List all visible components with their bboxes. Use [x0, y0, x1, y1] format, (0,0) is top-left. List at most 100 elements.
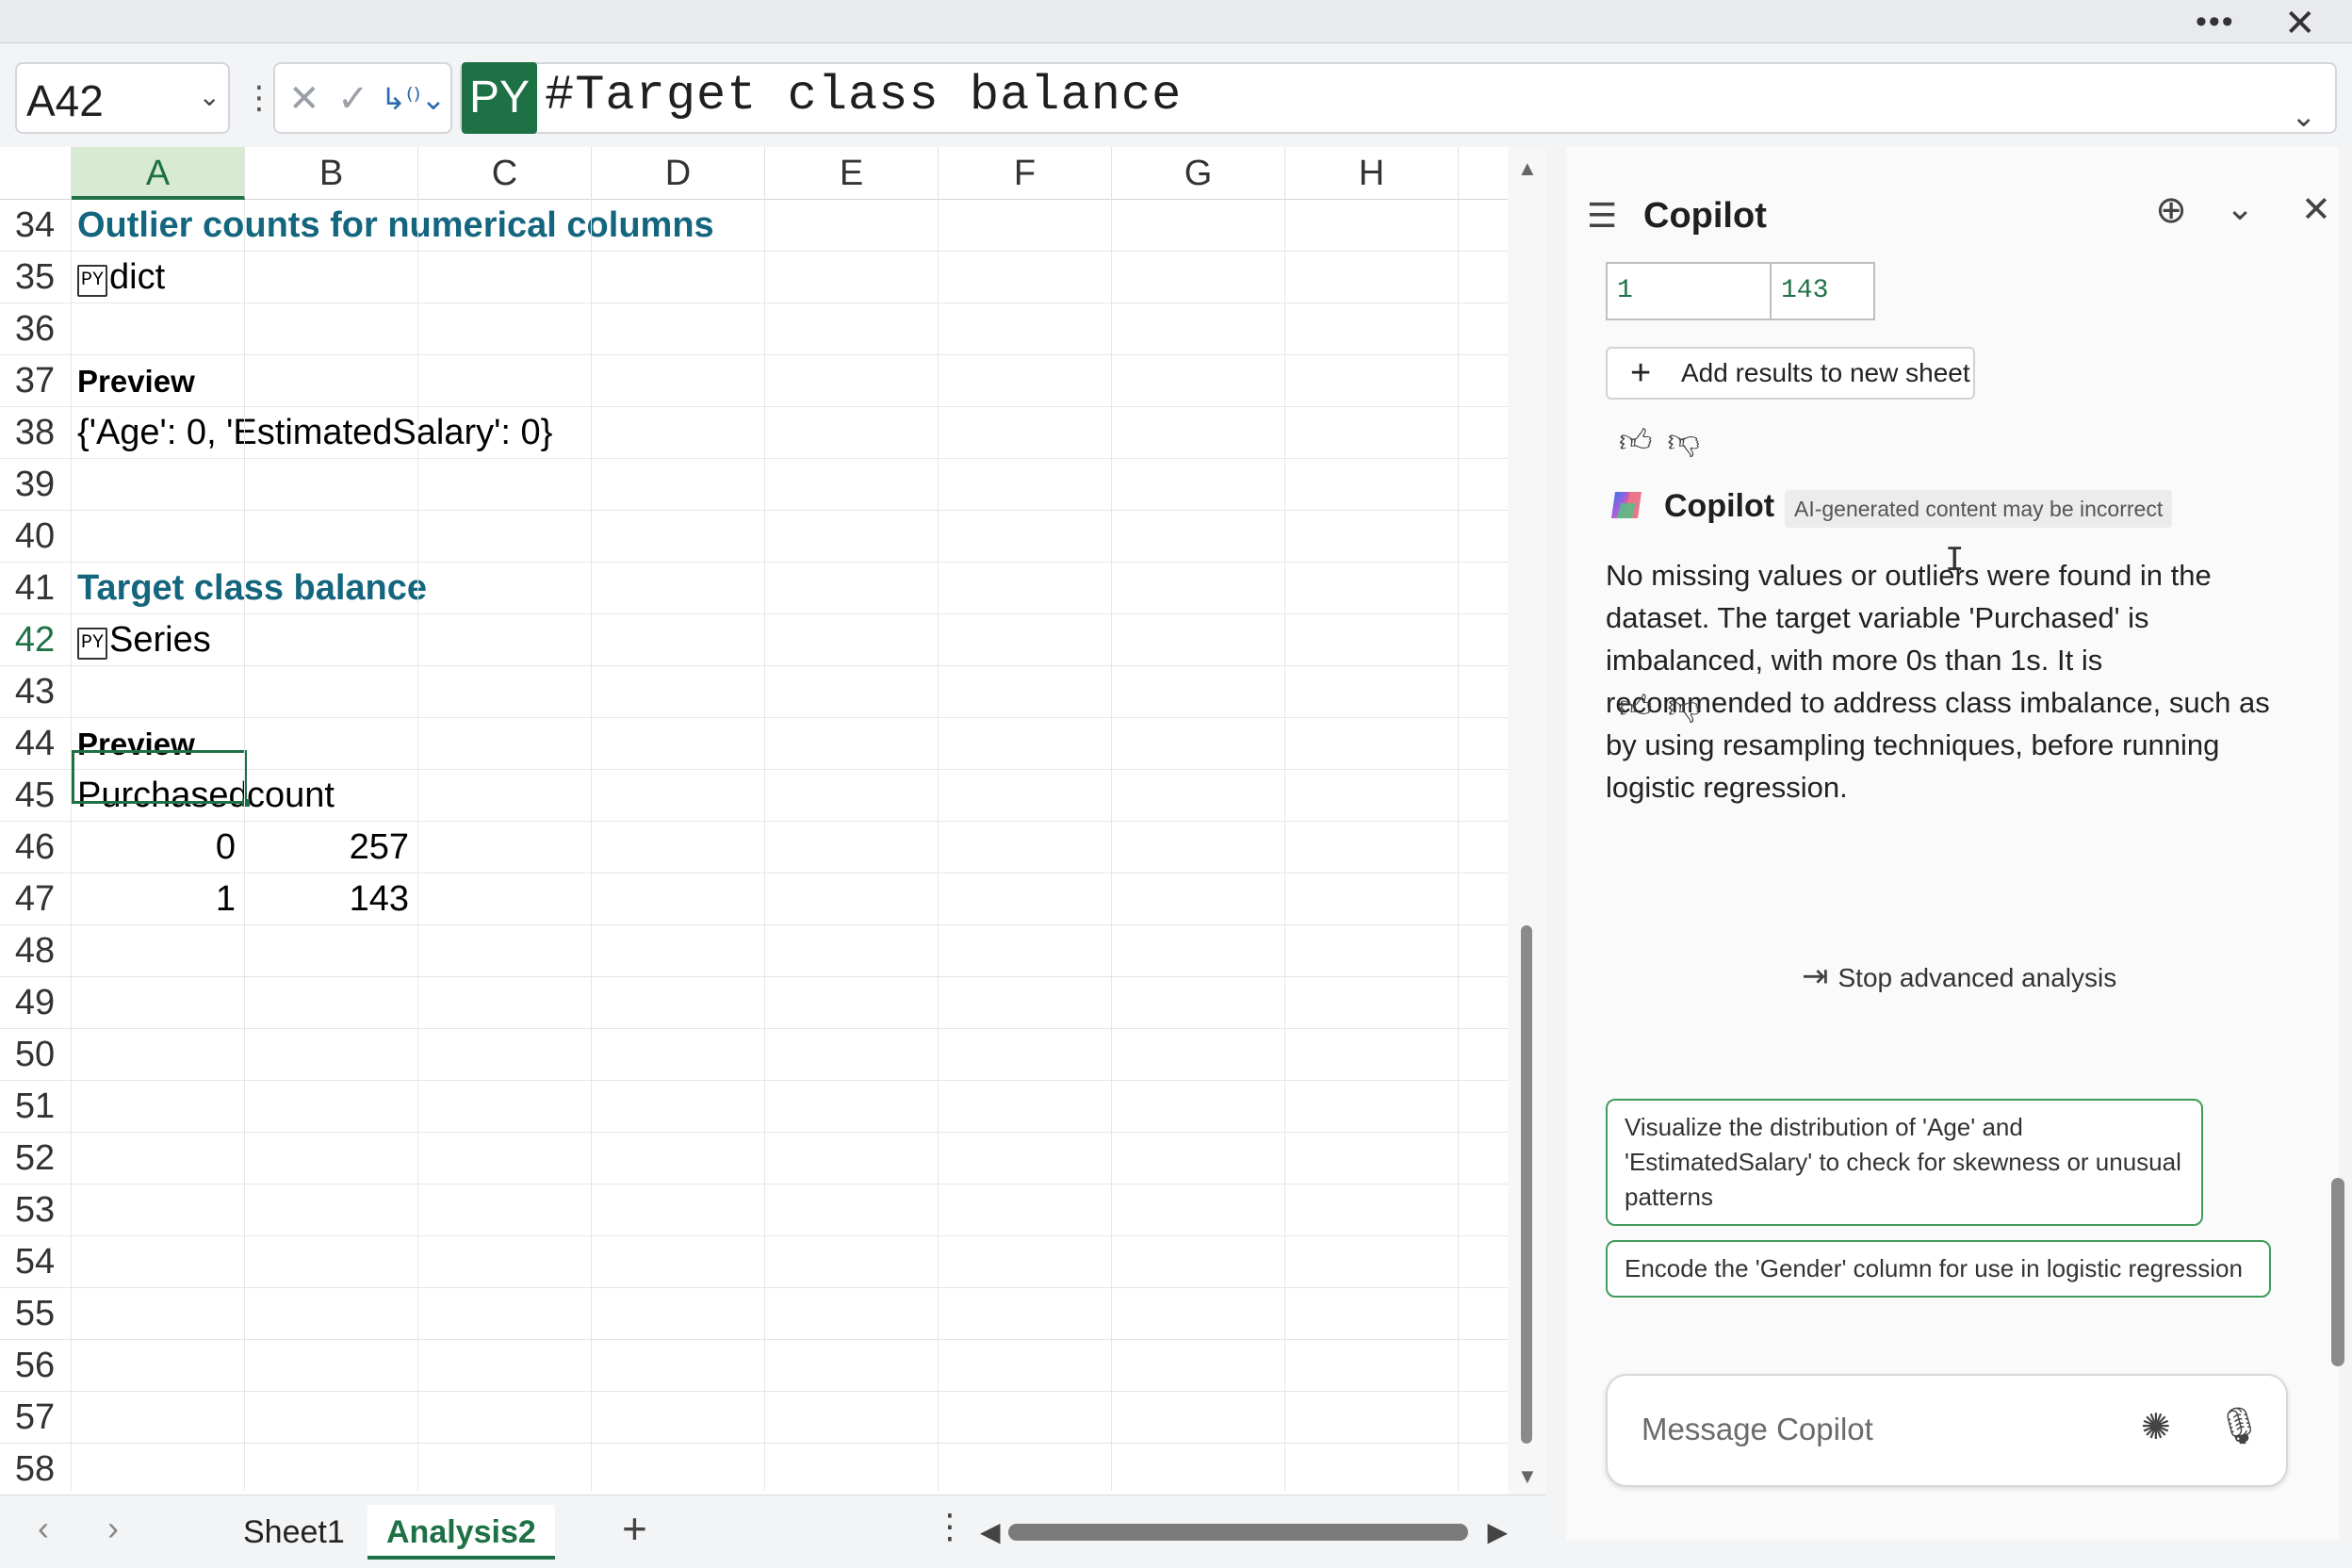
- scroll-down-icon[interactable]: ▼: [1517, 1464, 1538, 1489]
- cell-value: Series: [109, 620, 211, 660]
- row-header[interactable]: 37: [0, 355, 70, 407]
- thumbs-up-icon[interactable]: 👍︎: [1619, 423, 1653, 459]
- scroll-left-icon[interactable]: ◀: [980, 1516, 1001, 1547]
- column-header-f[interactable]: F: [939, 147, 1112, 200]
- cell-a47[interactable]: 1: [72, 874, 236, 925]
- copilot-title: Copilot: [1643, 196, 1767, 236]
- name-box[interactable]: A42 ⌄: [15, 62, 230, 134]
- sheet-tab-sheet1[interactable]: Sheet1: [224, 1505, 364, 1560]
- microphone-icon[interactable]: 🎙︎: [2216, 1406, 2262, 1447]
- prev-sheet-icon[interactable]: ‹: [38, 1509, 49, 1548]
- row-header[interactable]: 36: [0, 303, 70, 355]
- cancel-icon[interactable]: ✕: [288, 77, 320, 121]
- more-options-icon[interactable]: •••: [2196, 4, 2235, 41]
- thumbs-down-icon[interactable]: 👎︎: [1668, 689, 1701, 725]
- column-header-c[interactable]: C: [418, 147, 592, 200]
- row-header[interactable]: 57: [0, 1392, 70, 1444]
- message-input[interactable]: Message Copilot ✺ 🎙︎: [1606, 1374, 2288, 1487]
- cell-b46[interactable]: 257: [245, 822, 409, 874]
- feedback-row: 👍︎ 👎︎: [1619, 688, 1715, 727]
- cell-a34[interactable]: Outlier counts for numerical columns: [77, 200, 714, 252]
- chevron-down-icon[interactable]: ⌄: [199, 81, 220, 112]
- row-header[interactable]: 39: [0, 459, 70, 511]
- column-header-e[interactable]: E: [765, 147, 939, 200]
- row-header[interactable]: 40: [0, 511, 70, 563]
- python-output-icon[interactable]: ↳⁽⁾⌄: [381, 81, 446, 117]
- cell-a42[interactable]: PY Series: [77, 614, 211, 666]
- row-header[interactable]: 52: [0, 1133, 70, 1184]
- formula-actions: ✕ ✓ ↳⁽⁾⌄: [273, 62, 452, 134]
- row-header[interactable]: 48: [0, 925, 70, 977]
- row-header[interactable]: 55: [0, 1288, 70, 1340]
- suggestion-chip[interactable]: Visualize the distribution of 'Age' and …: [1606, 1099, 2203, 1226]
- row-header[interactable]: 49: [0, 977, 70, 1029]
- formula-text: #Target class balance: [545, 68, 1183, 123]
- column-header-d[interactable]: D: [592, 147, 765, 200]
- chevron-down-icon[interactable]: ⌄: [2226, 188, 2254, 228]
- cell-b45[interactable]: count: [247, 770, 335, 822]
- row-header[interactable]: 54: [0, 1236, 70, 1288]
- table-row: 54: [0, 1236, 1508, 1288]
- cell-a35[interactable]: PY dict: [77, 252, 165, 303]
- cell-a38[interactable]: {'Age': 0, 'EstimatedSalary': 0}: [77, 407, 552, 459]
- table-row: 39: [0, 459, 1508, 511]
- row-header[interactable]: 58: [0, 1444, 70, 1495]
- stop-analysis-button[interactable]: ⇥ Stop advanced analysis: [1802, 957, 2116, 995]
- row-header[interactable]: 53: [0, 1184, 70, 1236]
- row-header[interactable]: 41: [0, 563, 70, 614]
- row-header[interactable]: 43: [0, 666, 70, 718]
- scroll-right-icon[interactable]: ▶: [1487, 1516, 1508, 1547]
- menu-icon[interactable]: ☰: [1587, 196, 1617, 236]
- result-table: 1 143: [1606, 262, 1875, 320]
- next-sheet-icon[interactable]: ›: [107, 1509, 119, 1548]
- row-header[interactable]: 44: [0, 718, 70, 770]
- cell-a37[interactable]: Preview: [77, 355, 195, 407]
- formula-bar-options-icon[interactable]: ⋮: [243, 79, 275, 117]
- brain-icon[interactable]: ✺: [2141, 1406, 2171, 1448]
- column-header-h[interactable]: H: [1285, 147, 1459, 200]
- row-header[interactable]: 38: [0, 407, 70, 459]
- thumbs-up-icon[interactable]: 👍︎: [1619, 689, 1653, 725]
- row-header[interactable]: 45: [0, 770, 70, 822]
- row-header[interactable]: 56: [0, 1340, 70, 1392]
- new-chat-icon[interactable]: ⊕: [2143, 188, 2199, 245]
- table-row: 38 {'Age': 0, 'EstimatedSalary': 0}: [0, 407, 1508, 459]
- row-header[interactable]: 46: [0, 822, 70, 874]
- table-row: 48: [0, 925, 1508, 977]
- vertical-scroll-thumb[interactable]: [1521, 925, 1532, 1444]
- add-sheet-icon[interactable]: +: [622, 1503, 647, 1554]
- pane-divider[interactable]: [1545, 147, 1560, 1568]
- horizontal-scrollbar[interactable]: ◀ ▶: [980, 1516, 1508, 1548]
- row-header[interactable]: 47: [0, 874, 70, 925]
- name-box-value: A42: [26, 76, 104, 125]
- row-header[interactable]: 51: [0, 1081, 70, 1133]
- spreadsheet-grid[interactable]: ABCDEFGH 34 Outlier counts for numerical …: [0, 147, 1508, 1495]
- column-header-g[interactable]: G: [1112, 147, 1285, 200]
- cell-a46[interactable]: 0: [72, 822, 236, 874]
- plus-icon: +: [1630, 353, 1652, 393]
- row-header[interactable]: 35: [0, 252, 70, 303]
- row-header[interactable]: 42: [0, 614, 70, 666]
- expand-formula-icon[interactable]: ⌄: [2291, 98, 2316, 134]
- row-header[interactable]: 50: [0, 1029, 70, 1081]
- selected-cell-outline: [72, 750, 250, 807]
- cell-b47[interactable]: 143: [245, 874, 409, 925]
- scroll-up-icon[interactable]: ▲: [1517, 156, 1538, 181]
- sheet-tab-analysis2[interactable]: Analysis2: [368, 1505, 555, 1560]
- thumbs-down-icon[interactable]: 👎︎: [1668, 423, 1701, 459]
- copilot-scroll-thumb[interactable]: [2331, 1178, 2344, 1366]
- column-header-b[interactable]: B: [245, 147, 418, 200]
- add-results-button[interactable]: + Add results to new sheet: [1606, 347, 1975, 400]
- select-all-corner[interactable]: [0, 147, 72, 200]
- confirm-icon[interactable]: ✓: [337, 77, 369, 121]
- horizontal-scroll-thumb[interactable]: [1008, 1524, 1468, 1541]
- table-row: 36: [0, 303, 1508, 355]
- suggestion-chip[interactable]: Encode the 'Gender' column for use in lo…: [1606, 1240, 2271, 1298]
- vertical-scrollbar[interactable]: ▲ ▼: [1508, 147, 1545, 1494]
- sheet-options-icon[interactable]: ⋮: [933, 1507, 967, 1546]
- close-icon[interactable]: ✕: [2301, 188, 2331, 231]
- row-header[interactable]: 34: [0, 200, 70, 252]
- column-header-a[interactable]: A: [72, 147, 245, 200]
- close-window-icon[interactable]: ✕: [2284, 2, 2316, 45]
- cell-a41[interactable]: Target class balance: [77, 563, 427, 614]
